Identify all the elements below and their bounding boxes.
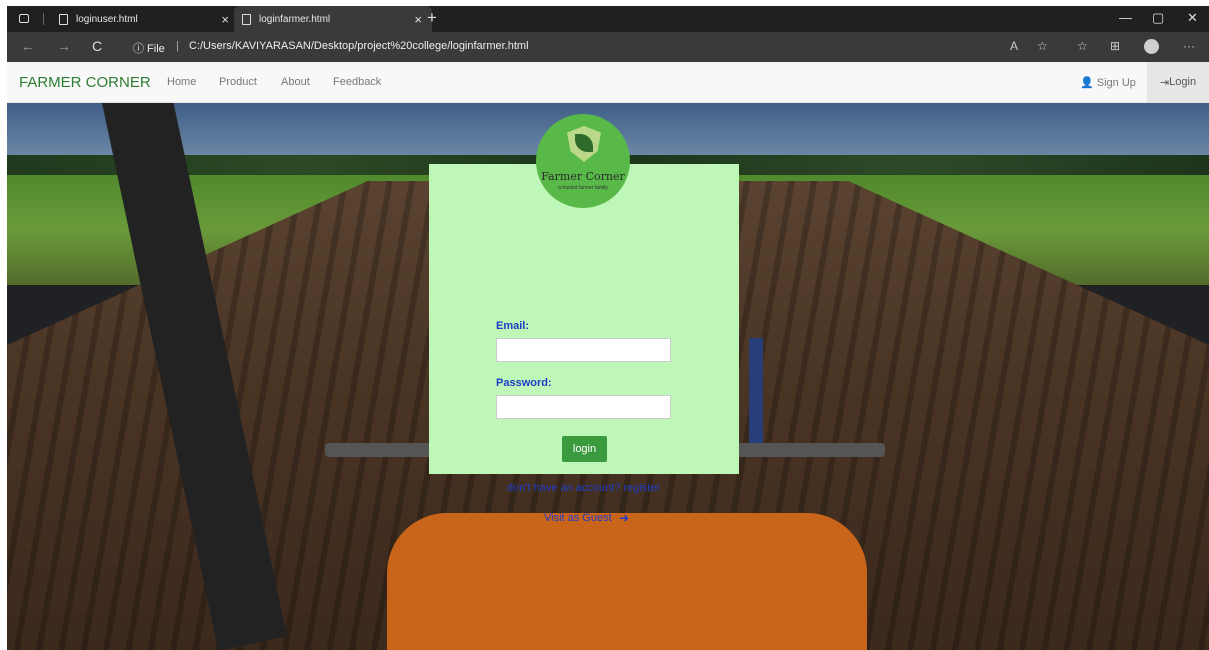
brand-link[interactable]: FARMER CORNER [19, 74, 151, 91]
signup-link[interactable]: 👤 Sign Up [1080, 76, 1136, 89]
workspaces-icon[interactable] [19, 14, 29, 23]
forward-button[interactable]: → [57, 38, 71, 54]
login-icon: ⇥ [1159, 76, 1170, 89]
tab-strip: loginuser.html × loginfarmer.html × + — … [7, 6, 1209, 32]
tab-loginuser[interactable]: loginuser.html × [53, 6, 239, 32]
password-field[interactable] [496, 395, 671, 419]
tab-loginfarmer[interactable]: loginfarmer.html × [234, 6, 432, 32]
tractor-post [749, 338, 763, 448]
read-aloud-icon[interactable]: A [1010, 39, 1018, 53]
minimize-button[interactable]: — [1119, 10, 1132, 25]
address-bar: ← → C ⓘ File | C:/Users/KAVIYARASAN/Desk… [7, 32, 1209, 62]
email-field[interactable] [496, 338, 671, 362]
farmer-corner-logo: Farmer Corner a trusted farmer family [536, 114, 630, 208]
arrow-right-icon[interactable]: ➜ [619, 511, 629, 525]
logo-text: Farmer Corner [541, 170, 625, 183]
nav-feedback[interactable]: Feedback [333, 76, 381, 88]
guest-link[interactable]: Visit as Guest [544, 512, 612, 524]
password-label: Password: [496, 377, 552, 389]
new-tab-button[interactable]: + [427, 8, 437, 28]
tab-close-button[interactable]: × [221, 12, 229, 27]
login-card [429, 164, 739, 474]
logo-subtext: a trusted farmer family [558, 185, 608, 191]
restore-button[interactable]: ▢ [1152, 10, 1164, 26]
nav-home[interactable]: Home [167, 76, 196, 88]
page-icon [59, 13, 68, 25]
tab-title: loginuser.html [76, 13, 138, 25]
site-navbar: FARMER CORNER Home Product About Feedbac… [7, 62, 1209, 103]
nav-about[interactable]: About [281, 76, 310, 88]
register-link[interactable]: don't have an account? register [507, 482, 660, 494]
user-icon: 👤 [1080, 77, 1094, 89]
signup-label: Sign Up [1096, 77, 1136, 89]
login-link[interactable]: ⇥ Login [1147, 62, 1209, 102]
favorites-icon[interactable]: ☆ [1077, 39, 1088, 53]
site-info-button[interactable]: ⓘ File [133, 40, 165, 56]
page-icon [242, 13, 251, 25]
browser-window: loginuser.html × loginfarmer.html × + — … [7, 6, 1209, 650]
window-close-button[interactable]: ✕ [1187, 10, 1198, 26]
add-favorite-icon[interactable]: ☆ [1037, 39, 1048, 53]
address-separator: | [176, 40, 179, 52]
tab-title: loginfarmer.html [259, 13, 331, 25]
reload-button[interactable]: C [92, 38, 102, 54]
collections-icon[interactable]: ⊞ [1110, 39, 1120, 53]
url-input[interactable]: C:/Users/KAVIYARASAN/Desktop/project%20c… [189, 40, 529, 52]
nav-product[interactable]: Product [219, 76, 257, 88]
tractor-hood [387, 513, 867, 650]
profile-icon[interactable] [1144, 39, 1159, 54]
login-label: Login [1169, 76, 1197, 88]
tab-close-button[interactable]: × [414, 12, 422, 27]
login-button[interactable]: login [562, 436, 607, 462]
email-label: Email: [496, 320, 530, 332]
tab-separator [43, 13, 44, 25]
back-button[interactable]: ← [21, 38, 35, 54]
more-menu-button[interactable]: ··· [1183, 39, 1195, 53]
